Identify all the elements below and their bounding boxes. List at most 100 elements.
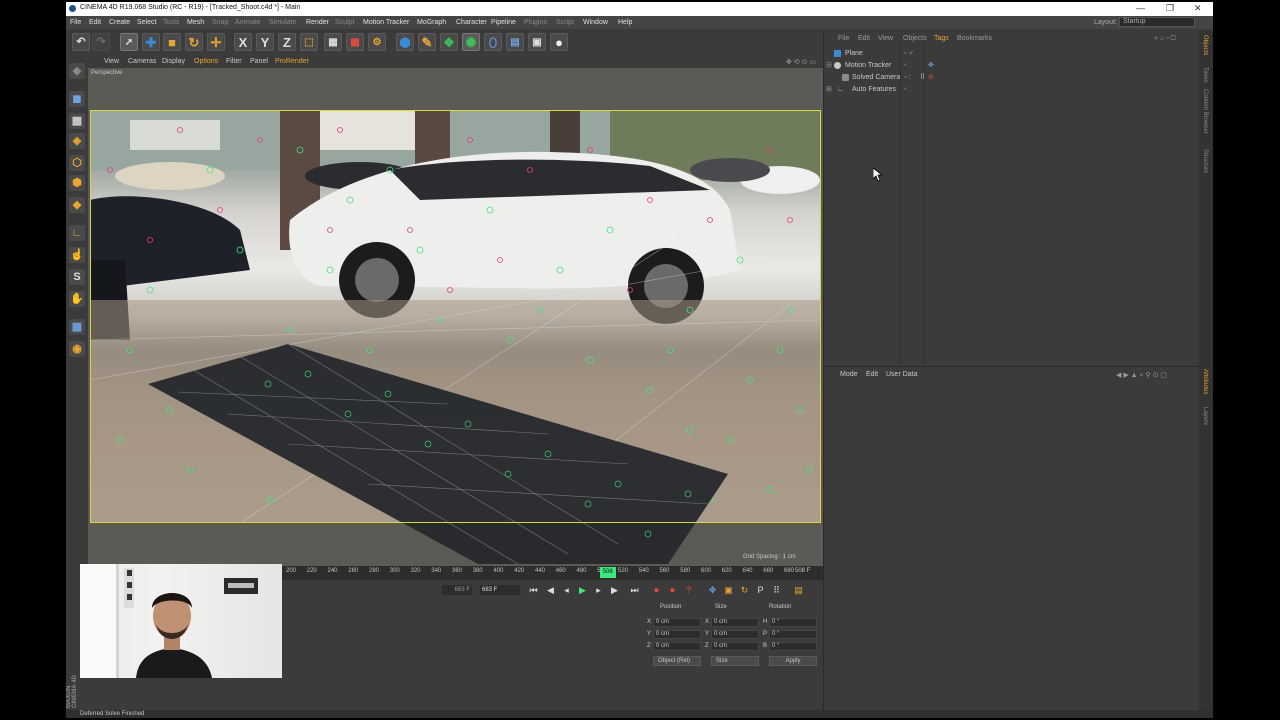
menu-help[interactable]: Help	[618, 19, 632, 26]
render-picture-viewer-button[interactable]: ▦	[346, 33, 364, 51]
cube-object-button[interactable]: ⬢	[396, 33, 414, 51]
layout-select[interactable]: Startup	[1119, 17, 1195, 27]
viewport-menu-display[interactable]: Display	[162, 58, 185, 65]
scale-key-icon[interactable]: ▣	[722, 584, 735, 597]
minimize-button[interactable]: —	[1136, 3, 1145, 13]
menu-animate[interactable]: Animate	[235, 19, 261, 26]
side-tab-takes[interactable]: Takes	[1202, 67, 1208, 83]
menu-simulate[interactable]: Simulate	[269, 19, 296, 26]
viewport-menu-panel[interactable]: Panel	[250, 58, 268, 65]
om-menu-bookmarks[interactable]: Bookmarks	[957, 35, 992, 42]
light-button[interactable]: ●	[550, 33, 568, 51]
x-axis-lock-button[interactable]: X	[234, 33, 252, 51]
menu-pipeline[interactable]: Pipeline	[491, 19, 516, 26]
parameter-key-icon[interactable]: P	[754, 584, 767, 597]
protection-tag-icon[interactable]: ⊘	[928, 72, 934, 83]
menu-mograph[interactable]: MoGraph	[417, 19, 446, 26]
viewport[interactable]: Perspective Grid Spacing: 1 cm	[88, 68, 823, 566]
object-row-solved-camera[interactable]: Solved Camera ▫ : ⠿ ⊘	[832, 72, 1192, 83]
axis-mode-icon[interactable]: ∟	[69, 225, 85, 241]
keyframe-selection-icon[interactable]: ?	[682, 584, 695, 597]
pen-spline-button[interactable]: ✎	[418, 33, 436, 51]
object-row-auto-features[interactable]: ⊞ ∟ Auto Features ▫ :	[826, 84, 1192, 95]
undo-button[interactable]: ↶	[72, 33, 90, 51]
cloner-button[interactable]: ✺	[462, 33, 480, 51]
viewport-menu-view[interactable]: View	[104, 58, 119, 65]
om-menu-view[interactable]: View	[878, 35, 893, 42]
step-back-icon[interactable]: ◂	[560, 584, 573, 597]
make-editable-icon[interactable]: ◆	[69, 63, 85, 79]
record-active-icon[interactable]: ⏺	[650, 584, 663, 597]
timeline-playhead[interactable]: 508	[599, 567, 616, 578]
render-view-button[interactable]: ▦	[324, 33, 342, 51]
size-x-field[interactable]: 0 cm	[711, 618, 759, 627]
menu-window[interactable]: Window	[583, 19, 608, 26]
subdivision-button[interactable]: ❖	[440, 33, 458, 51]
edges-mode-icon[interactable]: ⬢	[69, 175, 85, 191]
rotation-key-icon[interactable]: ↻	[738, 584, 751, 597]
om-search-icon[interactable]: ⌕ ⌂ ▫ ▢	[1154, 35, 1176, 43]
pos-x-field[interactable]: 0 cm	[653, 618, 701, 627]
menu-script[interactable]: Script	[556, 19, 574, 26]
go-to-end-icon[interactable]: ⏭	[628, 584, 641, 597]
menu-select[interactable]: Select	[137, 19, 156, 26]
pos-y-field[interactable]: 0 cm	[653, 630, 701, 639]
menu-render[interactable]: Render	[306, 19, 329, 26]
side-tab-content-browser[interactable]: Content Browser	[1202, 89, 1208, 134]
size-mode-select[interactable]: Size	[711, 656, 759, 666]
viewport-menu-prorender[interactable]: ProRender	[275, 58, 309, 65]
timeline-window-icon[interactable]: ▤	[792, 584, 805, 597]
play-icon[interactable]: ▶	[576, 584, 589, 597]
side-tab-attributes[interactable]: Attributes	[1202, 369, 1208, 394]
viewport-menu-filter[interactable]: Filter	[226, 58, 242, 65]
am-menu-mode[interactable]: Mode	[840, 371, 858, 378]
menu-tools[interactable]: Tools	[163, 19, 179, 26]
menu-motion-tracker[interactable]: Motion Tracker	[363, 19, 409, 26]
planar-workplane-icon[interactable]: ▦	[69, 319, 85, 335]
deformer-button[interactable]: ⬯	[484, 33, 502, 51]
viewport-nav-icons[interactable]: ✥ ⟲ ⊙ ▭	[786, 58, 816, 66]
snap-icon[interactable]: S	[69, 269, 85, 285]
expand-toggle-icon[interactable]: ⊞	[826, 84, 832, 95]
viewport-menu-cameras[interactable]: Cameras	[128, 58, 156, 65]
select-tool-button[interactable]: ➚	[120, 33, 138, 51]
am-menu-user-data[interactable]: User Data	[886, 371, 918, 378]
frame-field-right[interactable]: 683 F	[480, 585, 520, 595]
side-tab-layers[interactable]: Layers	[1202, 407, 1208, 425]
om-menu-file[interactable]: File	[838, 35, 849, 42]
visibility-toggle-icon[interactable]: ▫ ✓	[904, 48, 914, 59]
object-row-motion-tracker[interactable]: ⊟ Motion Tracker ▫ : ✥	[826, 60, 1192, 71]
points-mode-icon[interactable]: ⬡	[69, 155, 85, 171]
menu-character[interactable]: Character	[456, 19, 487, 26]
scale-tool-button[interactable]: ■	[163, 33, 181, 51]
am-navigation-icons[interactable]: ◀ ▶ ▲ ⌕ ⚲ ⊙ ▢	[1116, 371, 1167, 380]
menu-sculpt[interactable]: Sculpt	[335, 19, 354, 26]
tweak-mode-icon[interactable]: ☝	[69, 247, 85, 263]
apply-button[interactable]: Apply	[769, 656, 817, 666]
pos-z-field[interactable]: 0 cm	[653, 642, 701, 651]
model-mode-icon[interactable]: ◼	[69, 91, 85, 107]
om-menu-objects[interactable]: Objects	[903, 35, 927, 42]
redo-button[interactable]: ↷	[92, 33, 110, 51]
menu-snap[interactable]: Snap	[212, 19, 228, 26]
workplane-mode-icon[interactable]: ◈	[69, 133, 85, 149]
previous-key-icon[interactable]: ◀	[544, 584, 557, 597]
camera-calibration-tag-icon[interactable]: ⠿	[920, 72, 925, 83]
coordinate-mode-select[interactable]: Object (Rel)	[653, 656, 701, 666]
move-tool-button[interactable]: ✚	[142, 33, 160, 51]
polygons-mode-icon[interactable]: ◆	[69, 197, 85, 213]
om-menu-tags[interactable]: Tags	[934, 35, 949, 42]
solo-mode-icon[interactable]: ◉	[69, 341, 85, 357]
object-row-plane[interactable]: Plane ▫ ✓	[832, 48, 1192, 59]
live-select-button[interactable]: ✛	[207, 33, 225, 51]
rot-b-field[interactable]: 0 °	[769, 642, 817, 651]
camera-button[interactable]: ▣	[528, 33, 546, 51]
tracker-tag-icon[interactable]: ✥	[928, 60, 934, 71]
side-tab-objects[interactable]: Objects	[1202, 35, 1208, 55]
timeline-ruler[interactable]: 200 220 240 260 280 300 320 340 360 380 400 420 440 4…	[282, 566, 823, 580]
am-menu-edit[interactable]: Edit	[866, 371, 878, 378]
menu-file[interactable]: File	[70, 19, 81, 26]
menu-edit[interactable]: Edit	[89, 19, 101, 26]
visibility-toggle-icon[interactable]: ▫ :	[904, 84, 910, 95]
visibility-toggle-icon[interactable]: ▫ :	[904, 60, 910, 71]
